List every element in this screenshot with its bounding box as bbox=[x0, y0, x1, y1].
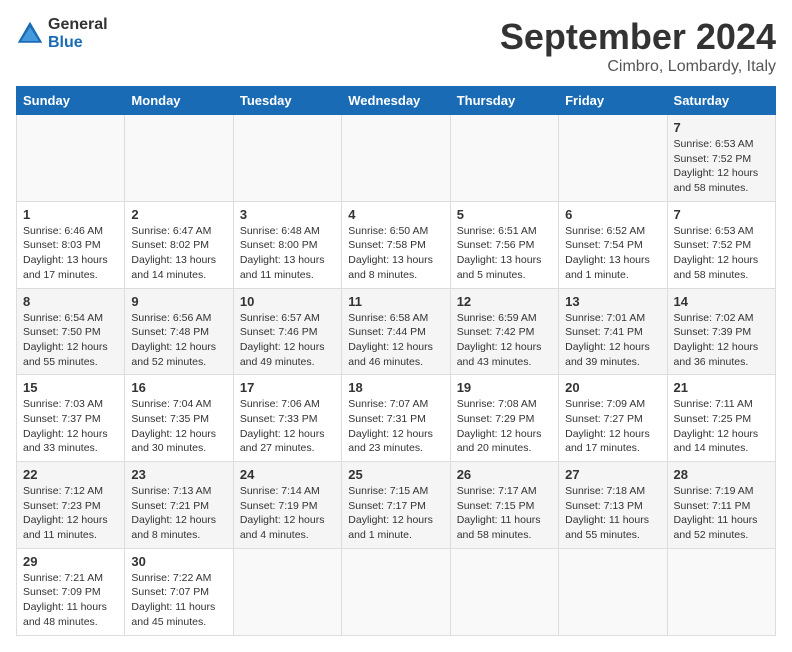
calendar-table: Sunday Monday Tuesday Wednesday Thursday… bbox=[16, 86, 776, 636]
logo-blue-text: Blue bbox=[48, 34, 108, 52]
empty-cell bbox=[125, 115, 233, 202]
empty-cell bbox=[450, 115, 558, 202]
day-cell-13: 13 Sunrise: 7:01 AMSunset: 7:41 PMDaylig… bbox=[559, 288, 667, 375]
day-cell-2: 2 Sunrise: 6:47 AMSunset: 8:02 PMDayligh… bbox=[125, 201, 233, 288]
header-friday: Friday bbox=[559, 87, 667, 115]
week-row-5: 29 Sunrise: 7:21 AMSunset: 7:09 PMDaylig… bbox=[17, 548, 776, 635]
week-row-1b: 1 Sunrise: 6:46 AMSunset: 8:03 PMDayligh… bbox=[17, 201, 776, 288]
empty-cell bbox=[450, 548, 558, 635]
empty-cell bbox=[667, 548, 775, 635]
empty-cell bbox=[342, 548, 450, 635]
header-tuesday: Tuesday bbox=[233, 87, 341, 115]
empty-cell bbox=[342, 115, 450, 202]
month-title: September 2024 bbox=[500, 16, 776, 58]
day-cell-20: 20 Sunrise: 7:09 AMSunset: 7:27 PMDaylig… bbox=[559, 375, 667, 462]
title-section: September 2024 Cimbro, Lombardy, Italy bbox=[500, 16, 776, 76]
empty-cell bbox=[559, 115, 667, 202]
week-row-2: 8 Sunrise: 6:54 AMSunset: 7:50 PMDayligh… bbox=[17, 288, 776, 375]
day-cell-5: 5 Sunrise: 6:51 AMSunset: 7:56 PMDayligh… bbox=[450, 201, 558, 288]
week-row-1: 7 Sunrise: 6:53 AMSunset: 7:52 PMDayligh… bbox=[17, 115, 776, 202]
logo-general-text: General bbox=[48, 16, 108, 34]
location: Cimbro, Lombardy, Italy bbox=[500, 58, 776, 76]
day-cell-26: 26 Sunrise: 7:17 AMSunset: 7:15 PMDaylig… bbox=[450, 462, 558, 549]
week-row-3: 15 Sunrise: 7:03 AMSunset: 7:37 PMDaylig… bbox=[17, 375, 776, 462]
calendar-header-row: Sunday Monday Tuesday Wednesday Thursday… bbox=[17, 87, 776, 115]
day-cell-7: 7 Sunrise: 6:53 AMSunset: 7:52 PMDayligh… bbox=[667, 115, 775, 202]
day-cell-10: 10 Sunrise: 6:57 AMSunset: 7:46 PMDaylig… bbox=[233, 288, 341, 375]
day-cell-9: 9 Sunrise: 6:56 AMSunset: 7:48 PMDayligh… bbox=[125, 288, 233, 375]
day-cell-23: 23 Sunrise: 7:13 AMSunset: 7:21 PMDaylig… bbox=[125, 462, 233, 549]
day-cell-14: 14 Sunrise: 7:02 AMSunset: 7:39 PMDaylig… bbox=[667, 288, 775, 375]
day-cell-1: 1 Sunrise: 6:46 AMSunset: 8:03 PMDayligh… bbox=[17, 201, 125, 288]
empty-cell bbox=[233, 548, 341, 635]
logo: General Blue bbox=[16, 16, 108, 51]
header-monday: Monday bbox=[125, 87, 233, 115]
page-header: General Blue September 2024 Cimbro, Lomb… bbox=[16, 16, 776, 76]
header-sunday: Sunday bbox=[17, 87, 125, 115]
day-cell-22: 22 Sunrise: 7:12 AMSunset: 7:23 PMDaylig… bbox=[17, 462, 125, 549]
day-cell-30: 30 Sunrise: 7:22 AMSunset: 7:07 PMDaylig… bbox=[125, 548, 233, 635]
day-cell-27: 27 Sunrise: 7:18 AMSunset: 7:13 PMDaylig… bbox=[559, 462, 667, 549]
day-cell-4: 4 Sunrise: 6:50 AMSunset: 7:58 PMDayligh… bbox=[342, 201, 450, 288]
logo-text: General Blue bbox=[48, 16, 108, 51]
day-cell-6: 6 Sunrise: 6:52 AMSunset: 7:54 PMDayligh… bbox=[559, 201, 667, 288]
day-cell-28: 28 Sunrise: 7:19 AMSunset: 7:11 PMDaylig… bbox=[667, 462, 775, 549]
day-cell-29: 29 Sunrise: 7:21 AMSunset: 7:09 PMDaylig… bbox=[17, 548, 125, 635]
day-cell-18: 18 Sunrise: 7:07 AMSunset: 7:31 PMDaylig… bbox=[342, 375, 450, 462]
day-cell-24: 24 Sunrise: 7:14 AMSunset: 7:19 PMDaylig… bbox=[233, 462, 341, 549]
day-cell-16: 16 Sunrise: 7:04 AMSunset: 7:35 PMDaylig… bbox=[125, 375, 233, 462]
logo-icon bbox=[16, 20, 44, 48]
day-cell-7b: 7 Sunrise: 6:53 AMSunset: 7:52 PMDayligh… bbox=[667, 201, 775, 288]
day-cell-15: 15 Sunrise: 7:03 AMSunset: 7:37 PMDaylig… bbox=[17, 375, 125, 462]
header-wednesday: Wednesday bbox=[342, 87, 450, 115]
day-cell-8: 8 Sunrise: 6:54 AMSunset: 7:50 PMDayligh… bbox=[17, 288, 125, 375]
day-cell-19: 19 Sunrise: 7:08 AMSunset: 7:29 PMDaylig… bbox=[450, 375, 558, 462]
empty-cell bbox=[17, 115, 125, 202]
day-cell-17: 17 Sunrise: 7:06 AMSunset: 7:33 PMDaylig… bbox=[233, 375, 341, 462]
day-cell-25: 25 Sunrise: 7:15 AMSunset: 7:17 PMDaylig… bbox=[342, 462, 450, 549]
day-cell-21: 21 Sunrise: 7:11 AMSunset: 7:25 PMDaylig… bbox=[667, 375, 775, 462]
week-row-4: 22 Sunrise: 7:12 AMSunset: 7:23 PMDaylig… bbox=[17, 462, 776, 549]
header-saturday: Saturday bbox=[667, 87, 775, 115]
empty-cell bbox=[233, 115, 341, 202]
day-cell-11: 11 Sunrise: 6:58 AMSunset: 7:44 PMDaylig… bbox=[342, 288, 450, 375]
day-cell-3: 3 Sunrise: 6:48 AMSunset: 8:00 PMDayligh… bbox=[233, 201, 341, 288]
day-cell-12: 12 Sunrise: 6:59 AMSunset: 7:42 PMDaylig… bbox=[450, 288, 558, 375]
empty-cell bbox=[559, 548, 667, 635]
header-thursday: Thursday bbox=[450, 87, 558, 115]
